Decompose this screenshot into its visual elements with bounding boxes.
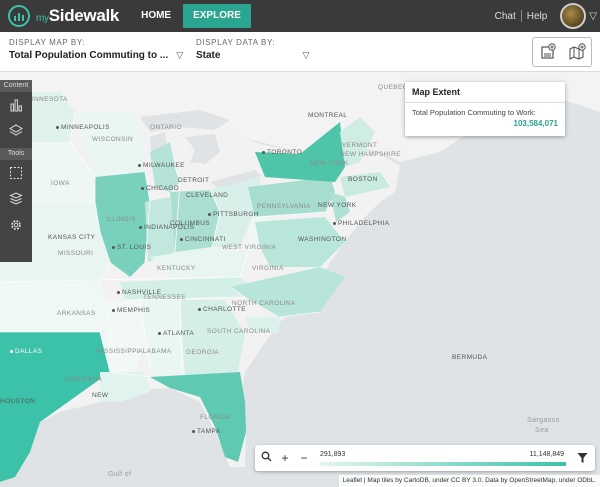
- map-label: NORTH CAROLINA: [232, 300, 296, 307]
- map-label: NEW YORK: [318, 202, 357, 209]
- legend-gradient: [320, 462, 566, 466]
- layers-button[interactable]: [0, 118, 32, 144]
- legend-min: 291,893: [320, 451, 346, 458]
- legend-bar: + − 291,893 11,148,849: [255, 445, 595, 471]
- map-label: VIRGINIA: [252, 265, 284, 272]
- map-label: MILWAUKEE: [138, 162, 185, 169]
- map-label: MEMPHIS: [112, 307, 150, 314]
- map-label: BOSTON: [348, 176, 378, 183]
- map-attribution[interactable]: Leaflet | Map tiles by CartoDB, under CC…: [338, 475, 600, 487]
- zoom-in-icon[interactable]: +: [277, 451, 293, 465]
- map-extent-label: Total Population Commuting to Work:: [412, 108, 536, 117]
- map-extent-title: Map Extent: [405, 82, 565, 103]
- stack-icon: [9, 192, 23, 205]
- map-label: CHICAGO: [141, 185, 179, 192]
- map-label: CLEVELAND: [186, 192, 229, 199]
- map-extent-value: 103,584,071: [513, 119, 559, 128]
- map-label: GEORGIA: [186, 349, 220, 356]
- gear-icon: [11, 220, 21, 230]
- map-label: ALABAMA: [138, 348, 172, 355]
- map-label: CINCINNATI: [180, 236, 226, 243]
- map-action-buttons: [532, 37, 592, 67]
- map-label: PHILADELPHIA: [333, 220, 389, 227]
- map-label: Gulf of: [108, 471, 132, 478]
- filter-icon[interactable]: [577, 452, 588, 464]
- map-label: MONTREAL: [308, 112, 348, 119]
- map-label: MISSISSIPPI: [96, 348, 140, 355]
- select-area-button[interactable]: [0, 160, 32, 186]
- nav-home[interactable]: HOME: [135, 0, 177, 32]
- map-label: QUEBEC: [378, 84, 408, 91]
- tools-header: Tools: [0, 148, 32, 160]
- chart-button[interactable]: [0, 92, 32, 118]
- logo-text: mySidewalk: [36, 6, 120, 25]
- map-label: Sea: [535, 427, 549, 434]
- zoom-out-icon[interactable]: −: [296, 451, 312, 465]
- map-label: COLUMBUS: [170, 220, 211, 227]
- map-label: VERMONT: [342, 142, 378, 149]
- add-map-icon[interactable]: [568, 43, 586, 61]
- logo-icon: [8, 5, 30, 27]
- map-label: CHARLOTTE: [198, 306, 246, 313]
- add-data-icon[interactable]: [539, 43, 557, 61]
- map-label: ARKANSAS: [57, 310, 96, 317]
- map-label: NEW: [92, 392, 109, 399]
- map-label: BERMUDA: [452, 354, 488, 361]
- map-label: PENNSYLVANIA: [257, 203, 311, 210]
- map-label: MISSOURI: [58, 250, 94, 257]
- chevron-down-icon[interactable]: ▽: [176, 50, 183, 61]
- map-label: TENNESSEE: [143, 294, 186, 301]
- avatar[interactable]: [560, 3, 587, 29]
- map-by-selector[interactable]: DISPLAY MAP BY: Total Population Commuti…: [9, 38, 183, 61]
- data-by-label: DISPLAY DATA BY:: [196, 38, 276, 47]
- map-label: NEW HAMPSHIRE: [340, 151, 401, 158]
- selector-bar: DISPLAY MAP BY: Total Population Commuti…: [0, 32, 600, 72]
- map-label: WISCONSIN: [92, 136, 134, 143]
- map-label: ST. LOUIS: [112, 244, 151, 251]
- nav-help[interactable]: Help: [522, 11, 553, 22]
- map-label: PITTSBURGH: [208, 211, 259, 218]
- map-label: TORONTO: [262, 149, 302, 156]
- dashed-selection-icon: [10, 167, 22, 179]
- map-label: LOUISIANA: [64, 376, 103, 383]
- stack-layers-button[interactable]: [0, 186, 32, 212]
- map-label: TAMPA: [192, 428, 220, 435]
- legend-scale: 291,893 11,148,849: [320, 449, 566, 467]
- legend-max: 11,148,849: [529, 451, 564, 458]
- map-label: IOWA: [51, 180, 70, 187]
- map-label: ONTARIO: [150, 124, 182, 131]
- left-tool-panel: Content Tools: [0, 80, 32, 262]
- top-nav: mySidewalk HOME EXPLORE Chat Help ▽: [0, 0, 600, 32]
- map-by-label: DISPLAY MAP BY:: [9, 38, 86, 47]
- map-label: WEST VIRGINIA: [222, 244, 277, 251]
- map-label: ILLINOIS: [106, 216, 136, 223]
- settings-button[interactable]: [0, 212, 32, 238]
- map-label: FLORIDA: [200, 414, 231, 421]
- map-label: KENTUCKY: [157, 265, 196, 272]
- map-extent-card: Map Extent Total Population Commuting to…: [405, 82, 565, 136]
- map-label: NEW YORK: [310, 160, 349, 167]
- bar-chart-icon: [10, 99, 22, 112]
- data-by-value[interactable]: State: [196, 50, 220, 61]
- logo[interactable]: mySidewalk: [8, 5, 119, 27]
- map-label: Sargasso: [527, 417, 560, 424]
- map-label: WASHINGTON: [298, 236, 347, 243]
- map-label: HOUSTON: [0, 398, 36, 405]
- map-label: MINNESOTA: [26, 96, 68, 103]
- nav-chat[interactable]: Chat: [490, 11, 521, 22]
- content-header: Content: [0, 80, 32, 92]
- layers-icon: [9, 124, 23, 136]
- nav-explore[interactable]: EXPLORE: [183, 4, 251, 28]
- map-label: DALLAS: [10, 348, 42, 355]
- search-icon[interactable]: [258, 451, 274, 465]
- map-label: DETROIT: [178, 177, 210, 184]
- map-label: SOUTH CAROLINA: [207, 328, 271, 335]
- data-by-selector[interactable]: DISPLAY DATA BY: State ▽: [196, 38, 309, 61]
- map-label: MINNEAPOLIS: [56, 124, 110, 131]
- map-label: KANSAS CITY: [48, 234, 96, 241]
- map-by-value[interactable]: Total Population Commuting to ...: [9, 50, 168, 61]
- chevron-down-icon[interactable]: ▽: [589, 11, 597, 22]
- chevron-down-icon[interactable]: ▽: [302, 50, 309, 61]
- map-label: ATLANTA: [158, 330, 194, 337]
